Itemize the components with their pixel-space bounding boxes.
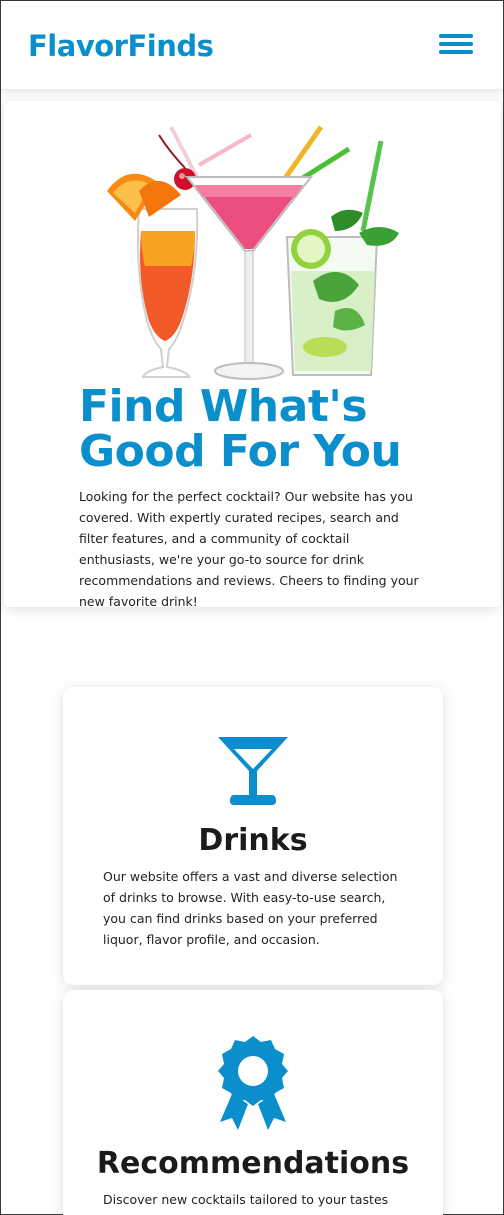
recommendations-description: Discover new cocktails tailored to your … (103, 1192, 389, 1215)
site-logo[interactable]: FlavorFinds (28, 29, 214, 63)
drinks-title: Drinks (198, 823, 308, 858)
cocktails-image (107, 125, 399, 380)
award-ribbon-icon (218, 1036, 288, 1130)
feature-card-drinks: Drinks Our website offers a vast and div… (63, 687, 443, 985)
hamburger-menu-icon[interactable] (439, 34, 475, 58)
menu-line (439, 34, 473, 38)
feature-card-recommendations: Recommendations Discover new cocktails t… (63, 990, 443, 1215)
site-header: FlavorFinds (1, 1, 503, 89)
drinks-description: Our website offers a vast and diverse se… (103, 869, 398, 947)
menu-line (439, 42, 473, 46)
menu-line (439, 50, 473, 54)
cocktail-glass-icon (218, 737, 288, 805)
hero-description: Looking for the perfect cocktail? Our we… (79, 489, 419, 609)
hero-section: Find What's Good For You Looking for the… (4, 101, 501, 609)
hero-title: Find What's Good For You (79, 381, 402, 477)
recommendations-title: Recommendations (96, 1146, 410, 1181)
